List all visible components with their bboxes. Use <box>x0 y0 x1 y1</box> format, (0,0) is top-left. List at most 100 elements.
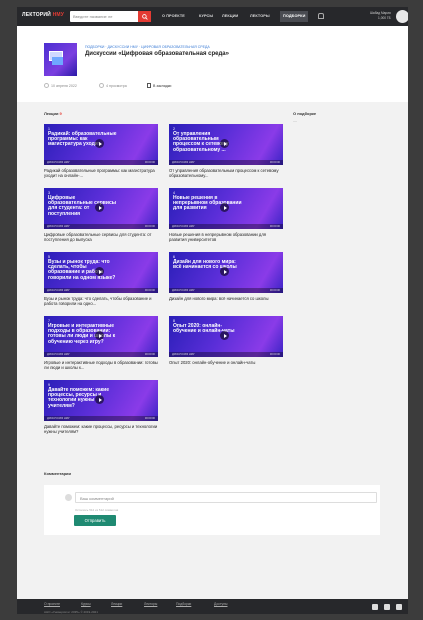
nav-courses[interactable]: КУРСЫ <box>199 14 213 18</box>
lecture-card[interactable]: 1 Радикай: образовательные программы: как… <box>44 124 158 178</box>
play-icon[interactable] <box>95 267 104 276</box>
lecture-title[interactable]: Игровые и интерактивные подходы в образо… <box>44 360 158 370</box>
lecture-card[interactable]: 5 Вузы и рынок труда: что сделать, чтобы … <box>44 252 158 306</box>
lecture-title[interactable]: Цифровые образовательные сервисы для сту… <box>44 232 158 242</box>
lecture-title[interactable]: Опыт 2020: онлайн-обучение и онлайн-чаты <box>169 360 283 365</box>
lecture-thumbnail-title: Радикай: образовательные программы: как … <box>48 131 117 148</box>
thumbnail-tag: ДИСКУССИЯ НМУ <box>172 161 195 164</box>
lecture-thumbnail[interactable]: 4 Новые решения в непрерывном образовании… <box>169 188 283 229</box>
site-logo[interactable]: ЛЕКТОРИЙ НМУ <box>22 12 64 18</box>
thumbnail-footer: ДИСКУССИЯ НМУ 00:00:00 <box>44 416 158 421</box>
footer-link-lecturers[interactable]: Лекторы <box>144 602 157 606</box>
thumbnail-screen-icon-2 <box>52 57 63 65</box>
play-icon[interactable] <box>220 267 229 276</box>
calendar-icon <box>44 83 49 88</box>
lecture-card[interactable]: 3 Цифровые образовательные сервисы для ст… <box>44 188 158 242</box>
bookmark-button[interactable]: В закладки <box>147 83 171 88</box>
lecture-card[interactable]: 8 Опыт 2020: онлайн-обучение и онлайн-чат… <box>169 316 283 365</box>
thumbnail-tag: ДИСКУССИЯ НМУ <box>47 225 70 228</box>
comments-section: Комментарии Ваш комментарий Осталось 512… <box>17 464 408 599</box>
lecture-thumbnail[interactable]: 8 Опыт 2020: онлайн-обучение и онлайн-чат… <box>169 316 283 357</box>
search-button[interactable] <box>138 11 151 22</box>
avatar[interactable] <box>396 10 408 23</box>
facebook-icon[interactable] <box>384 604 390 610</box>
user-sub: 1,000 ГБ <box>378 15 391 20</box>
play-icon[interactable] <box>95 331 104 340</box>
nav-lecturers[interactable]: ЛЕКТОРЫ <box>250 14 270 18</box>
play-icon[interactable] <box>95 139 104 148</box>
lecture-thumbnail[interactable]: 1 Радикай: образовательные программы: как… <box>44 124 158 165</box>
lecture-card[interactable]: 6 Дизайн для нового мира: всё начинается … <box>169 252 283 301</box>
user-name: Шабад Мария <box>370 11 391 15</box>
play-icon[interactable] <box>220 139 229 148</box>
views-text: 4 просмотра <box>106 83 127 88</box>
thumbnail-footer: ДИСКУССИЯ НМУ 00:00:00 <box>44 224 158 229</box>
vk-icon[interactable] <box>396 604 402 610</box>
date-text: 10 апреля 2022 <box>51 83 77 88</box>
lecture-card[interactable]: 4 Новые решения в непрерывном образовании… <box>169 188 283 242</box>
nav-about[interactable]: О ПРОЕКТЕ <box>162 14 185 18</box>
lecture-card[interactable]: 7 Игровые и интерактивные подходы в образ… <box>44 316 158 370</box>
about-heading: О подборке <box>293 111 317 116</box>
nav-collections[interactable]: ПОДБОРКИ <box>280 11 309 22</box>
lecture-thumbnail[interactable]: 6 Дизайн для нового мира: всё начинается … <box>169 252 283 293</box>
lecture-duration: 00:00:00 <box>269 289 280 292</box>
footer-link-courses[interactable]: Курсы <box>81 602 91 606</box>
lecture-title[interactable]: Радикай образовательные программы: как м… <box>44 168 158 178</box>
comment-input[interactable]: Ваш комментарий <box>75 492 377 503</box>
search-icon <box>141 13 148 20</box>
lecture-thumbnail-title: Вузы и рынок труда: что сделать, чтобы о… <box>48 259 116 281</box>
copyright: АНО «Университет 2035» © 2019-2021 <box>44 610 98 614</box>
footer-link-access[interactable]: Доступы <box>214 602 227 606</box>
play-icon[interactable] <box>220 331 229 340</box>
lecture-thumbnail[interactable]: 5 Вузы и рынок труда: что сделать, чтобы … <box>44 252 158 293</box>
notification-bell-icon[interactable] <box>318 13 324 19</box>
eye-icon <box>99 83 104 88</box>
logo-text: ЛЕКТОРИЙ <box>22 12 51 18</box>
avatar <box>65 494 72 501</box>
lecture-title[interactable]: Дизайн для нового мира: всё начинается с… <box>169 296 283 301</box>
lecture-title[interactable]: Новые решения в непрерывном образовании … <box>169 232 283 242</box>
lectures-count: 9 <box>59 111 62 116</box>
play-icon[interactable] <box>95 395 104 404</box>
lecture-duration: 00:00:00 <box>269 225 280 228</box>
top-navigation-bar: ЛЕКТОРИЙ НМУ Введите название ле О ПРОЕК… <box>17 7 408 26</box>
lecture-title[interactable]: Вузы и рынок труда: что сделать, чтобы о… <box>44 296 158 306</box>
footer-link-about[interactable]: О проекте <box>44 602 60 606</box>
lecture-thumbnail[interactable]: 2 От управления образовательным процессом… <box>169 124 283 165</box>
lecture-title[interactable]: Давайте поможем: какие процессы, ресурсы… <box>44 424 158 434</box>
lecture-duration: 00:00:00 <box>144 417 155 420</box>
footer-link-lectures[interactable]: Лекции <box>111 602 122 606</box>
lecture-card[interactable]: 2 От управления образовательным процессом… <box>169 124 283 178</box>
play-icon[interactable] <box>95 203 104 212</box>
bookmark-icon <box>147 83 151 88</box>
thumbnail-footer: ДИСКУССИЯ НМУ 00:00:00 <box>44 352 158 357</box>
lecture-duration: 00:00:00 <box>269 353 280 356</box>
lecture-thumbnail-title: Давайте поможем: какие процессы, ресурсы… <box>48 387 110 409</box>
thumbnail-footer: ДИСКУССИЯ НМУ 00:00:00 <box>169 288 283 293</box>
mail-icon[interactable] <box>372 604 378 610</box>
send-button[interactable]: Отправить <box>74 515 116 526</box>
thumbnail-tag: ДИСКУССИЯ НМУ <box>47 161 70 164</box>
nav-lectures[interactable]: ЛЕКЦИИ <box>222 14 238 18</box>
lecture-title[interactable]: От управления образовательным процессом … <box>169 168 283 178</box>
thumbnail-tag: ДИСКУССИЯ НМУ <box>172 225 195 228</box>
char-counter: Осталось 512 из 512 символов <box>75 508 119 512</box>
lecture-thumbnail-title: Дизайн для нового мира: всё начинается с… <box>173 259 237 271</box>
page-title: Дискуссии «Цифровая образовательная сред… <box>85 51 229 57</box>
browser-frame: ЛЕКТОРИЙ НМУ Введите название ле О ПРОЕК… <box>17 7 408 614</box>
lecture-thumbnail-title: Игровые и интерактивные подходы в образо… <box>48 323 116 345</box>
user-info[interactable]: Шабад Мария 1,000 ГБ <box>370 11 391 20</box>
lecture-thumbnail[interactable]: 9 Давайте поможем: какие процессы, ресурс… <box>44 380 158 421</box>
thumbnail-tag: ДИСКУССИЯ НМУ <box>47 353 70 356</box>
lecture-thumbnail-title: От управления образовательным процессом … <box>173 131 229 153</box>
footer-link-collections[interactable]: Подборки <box>176 602 191 606</box>
lecture-thumbnail[interactable]: 7 Игровые и интерактивные подходы в образ… <box>44 316 158 357</box>
breadcrumb[interactable]: ПОДБОРКИ · ДИСКУССИИ НМУ · ЦИФРОВАЯ ОБРА… <box>85 45 210 49</box>
lecture-thumbnail-title: Новые решения в непрерывном образовании … <box>173 195 242 212</box>
lecture-thumbnail-title: Цифровые образовательные сервисы для сту… <box>48 195 116 217</box>
lecture-card[interactable]: 9 Давайте поможем: какие процессы, ресурс… <box>44 380 158 434</box>
play-icon[interactable] <box>220 203 229 212</box>
lecture-thumbnail[interactable]: 3 Цифровые образовательные сервисы для ст… <box>44 188 158 229</box>
lecture-duration: 00:00:00 <box>144 353 155 356</box>
